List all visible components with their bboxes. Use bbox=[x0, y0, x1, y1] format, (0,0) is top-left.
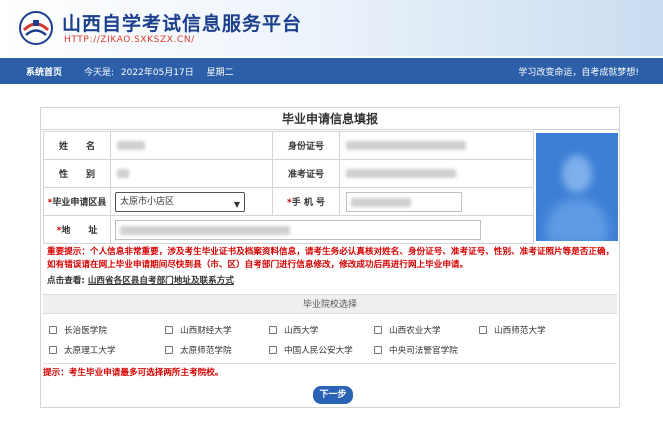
exam-no-blurred bbox=[346, 168, 456, 178]
id-blurred bbox=[346, 140, 466, 150]
applicant-photo bbox=[536, 133, 618, 241]
check-link-row: 点击查看: 山西省各区县自考部门地址及联系方式 bbox=[47, 274, 234, 286]
phone-label-cell: *手 机 号 bbox=[272, 187, 340, 216]
checkbox[interactable] bbox=[269, 346, 277, 354]
important-notice: 重要提示：个人信息非常重要，涉及考生毕业证书及档案资料信息，请考生务必认真核对姓… bbox=[47, 247, 615, 270]
id-value bbox=[339, 131, 534, 160]
graduation-form-panel: 毕业申请信息填报 姓 名 身份证号 性 别 准考证号 *毕业申请区县 太原市小店… bbox=[40, 107, 620, 408]
date-label: 今天是: bbox=[84, 68, 115, 78]
school-option[interactable]: 山西师范大学 bbox=[479, 324, 546, 336]
nav-date: 今天是: 2022年05月17日 星期二 bbox=[84, 65, 238, 78]
site-title: 山西自学考试信息服务平台 bbox=[62, 13, 303, 35]
gender-label: 性 别 bbox=[43, 159, 111, 188]
area-select[interactable]: 太原市小店区 ▼ bbox=[115, 191, 245, 212]
phone-input[interactable] bbox=[346, 191, 462, 212]
school-option[interactable]: 太原理工大学 bbox=[49, 344, 116, 356]
checkbox[interactable] bbox=[374, 326, 382, 334]
weekday-value: 星期二 bbox=[206, 68, 234, 78]
checkbox[interactable] bbox=[49, 326, 57, 334]
school-option[interactable]: 中央司法警官学院 bbox=[374, 344, 458, 356]
checkbox[interactable] bbox=[165, 326, 173, 334]
school-option[interactable]: 山西财经大学 bbox=[165, 324, 232, 336]
nav-home-link[interactable]: 系统首页 bbox=[26, 65, 62, 78]
exam-no-label: 准考证号 bbox=[272, 159, 340, 188]
phone-cell bbox=[339, 187, 534, 216]
nav-bar: 系统首页 今天是: 2022年05月17日 星期二 学习改变命运，自考成就梦想! bbox=[0, 58, 663, 84]
selection-tip: 提示：考生毕业申请最多可选择两所主考院校。 bbox=[43, 368, 224, 378]
checkbox[interactable] bbox=[165, 346, 173, 354]
chevron-down-icon: ▼ bbox=[233, 199, 240, 209]
school-option[interactable]: 太原师范学院 bbox=[165, 344, 232, 356]
school-option[interactable]: 山西大学 bbox=[269, 324, 318, 336]
school-options: 长治医学院 山西财经大学 山西大学 山西农业大学 山西师范大学 太原理工大学 太… bbox=[43, 314, 617, 364]
exam-no-value bbox=[339, 159, 534, 188]
site-header: 山西自学考试信息服务平台 HTTP://ZIKAO.SXKSZX.CN/ bbox=[0, 0, 663, 56]
school-option[interactable]: 长治医学院 bbox=[49, 324, 107, 336]
form-title: 毕业申请信息填报 bbox=[41, 108, 619, 130]
school-section-title: 毕业院校选择 bbox=[43, 294, 617, 314]
name-label: 姓 名 bbox=[43, 131, 111, 160]
address-cell bbox=[110, 215, 534, 244]
date-value: 2022年05月17日 bbox=[120, 68, 194, 78]
name-value bbox=[110, 131, 273, 160]
phone-blurred bbox=[351, 197, 411, 207]
check-label: 点击查看: bbox=[47, 276, 85, 286]
area-cell: 太原市小店区 ▼ bbox=[110, 187, 273, 216]
checkbox[interactable] bbox=[374, 346, 382, 354]
emblem-logo-icon bbox=[19, 11, 53, 45]
address-input[interactable] bbox=[115, 219, 481, 240]
address-label-cell: *地 址 bbox=[43, 215, 111, 244]
office-address-link[interactable]: 山西省各区县自考部门地址及联系方式 bbox=[88, 276, 234, 286]
next-step-button[interactable]: 下一步 bbox=[313, 386, 353, 404]
checkbox[interactable] bbox=[269, 326, 277, 334]
school-option[interactable]: 山西农业大学 bbox=[374, 324, 441, 336]
school-option[interactable]: 中国人民公安大学 bbox=[269, 344, 353, 356]
nav-slogan: 学习改变命运，自考成就梦想! bbox=[518, 68, 639, 78]
name-blurred bbox=[117, 140, 145, 150]
checkbox[interactable] bbox=[479, 326, 487, 334]
gender-blurred bbox=[117, 168, 129, 178]
site-url[interactable]: HTTP://ZIKAO.SXKSZX.CN/ bbox=[64, 35, 195, 45]
gender-value bbox=[110, 159, 273, 188]
id-label: 身份证号 bbox=[272, 131, 340, 160]
address-blurred bbox=[120, 225, 290, 235]
checkbox[interactable] bbox=[49, 346, 57, 354]
info-table: 姓 名 身份证号 性 别 准考证号 *毕业申请区县 太原市小店区 ▼ *手 机 … bbox=[43, 131, 534, 244]
area-label-cell: *毕业申请区县 bbox=[43, 187, 111, 216]
